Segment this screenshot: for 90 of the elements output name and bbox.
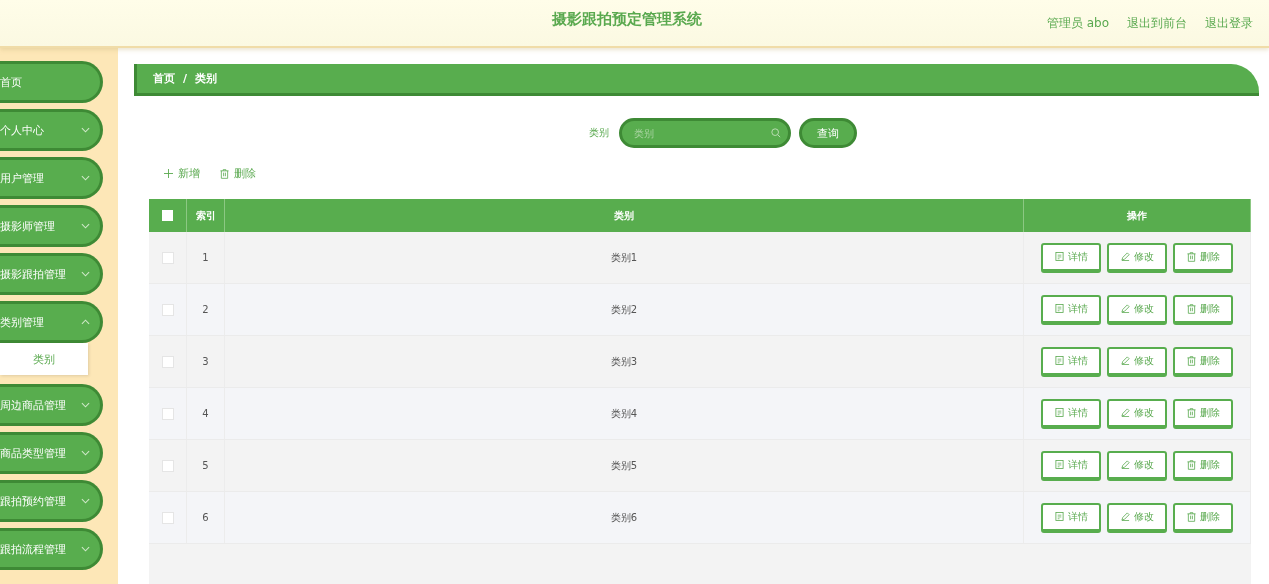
trash-icon [1186,459,1196,470]
sidebar-item[interactable]: 商品类型管理 [0,432,103,474]
edit-button[interactable]: 修改 [1107,242,1167,273]
sidebar-item[interactable]: 个人中心 [0,109,103,151]
chevron-icon [81,223,90,229]
sidebar-item[interactable]: 摄影跟拍管理 [0,253,103,295]
row-checkbox[interactable] [161,511,174,524]
pencil-icon [1120,460,1130,469]
delete-button[interactable]: 删除 [220,166,256,181]
pencil-icon [1120,408,1130,417]
table-cell: 类别3 [610,354,638,369]
chevron-icon [81,498,90,504]
chevron-icon [81,402,90,408]
header-link[interactable]: 退出到前台 [1127,14,1187,32]
user-menu-link[interactable]: 管理员 abo [1046,14,1109,32]
chevron-icon [81,127,90,133]
pencil-icon [1120,356,1130,365]
table-cell: 4 [202,408,209,419]
row-checkbox[interactable] [161,355,174,368]
sidebar-item[interactable]: 摄影师管理 [0,205,103,247]
search-button[interactable]: 查询 [798,118,857,148]
sidebar-item[interactable]: 跟拍预约管理 [0,480,103,522]
delete-button[interactable]: 删除 [1173,242,1233,273]
details-button[interactable]: 详情 [1041,242,1101,273]
sidebar-item[interactable]: 跟拍流程管理 [0,528,103,570]
breadcrumb-item[interactable]: 首页 [153,71,175,86]
trash-icon [1186,407,1196,418]
details-button[interactable]: 详情 [1041,502,1101,533]
chevron-icon [81,271,90,277]
document-icon [1054,304,1064,313]
delete-button[interactable]: 删除 [1173,450,1233,481]
search-label: 类别 [588,126,609,140]
document-icon [1054,252,1064,261]
chevron-icon [81,319,90,325]
sidebar-item[interactable]: 类别管理 [0,301,103,343]
edit-button[interactable]: 修改 [1107,398,1167,429]
trash-icon [1186,511,1196,522]
search-field[interactable]: 类别 [618,118,791,148]
table-cell: 类别5 [610,458,638,473]
row-checkbox[interactable] [161,303,174,316]
table-cell: 3 [202,356,209,367]
details-button[interactable]: 详情 [1041,398,1101,429]
details-button[interactable]: 详情 [1041,450,1101,481]
table-cell: 类别6 [610,510,638,525]
sidebar-item[interactable]: 首页 [0,61,103,103]
document-icon [1054,512,1064,521]
document-icon [1054,408,1064,417]
app-title: 摄影跟拍预定管理系统 [552,10,702,29]
pencil-icon [1120,512,1130,521]
breadcrumb-item: 类别 [195,71,218,86]
document-icon [1054,460,1064,469]
delete-button[interactable]: 删除 [1173,502,1233,533]
details-button[interactable]: 详情 [1041,346,1101,377]
trash-icon [1186,355,1196,366]
pencil-icon [1120,252,1130,261]
search-icon [770,128,781,138]
table-cell: 5 [202,460,209,471]
pencil-icon [1120,304,1130,313]
edit-button[interactable]: 修改 [1107,294,1167,325]
details-button[interactable]: 详情 [1041,294,1101,325]
document-icon [1054,356,1064,365]
delete-button[interactable]: 删除 [1173,398,1233,429]
table-cell: 2 [202,304,209,315]
header-link[interactable]: 退出登录 [1205,14,1253,32]
row-checkbox[interactable] [161,407,174,420]
row-checkbox[interactable] [161,251,174,264]
add-button[interactable]: 新增 [164,166,200,181]
delete-button[interactable]: 删除 [1173,346,1233,377]
table-cell: 类别4 [610,406,638,421]
select-all-checkbox[interactable] [162,210,173,221]
submenu-item[interactable]: 类别 [0,343,88,375]
trash-icon [1186,251,1196,262]
table-cell: 1 [202,252,209,263]
breadcrumb-separator: / [183,72,188,85]
edit-button[interactable]: 修改 [1107,450,1167,481]
delete-button[interactable]: 删除 [1173,294,1233,325]
sidebar-item[interactable]: 用户管理 [0,157,103,199]
edit-button[interactable]: 修改 [1107,502,1167,533]
trash-icon [1186,303,1196,314]
plus-icon [164,169,173,178]
table-cell: 类别2 [610,302,638,317]
trash-icon [220,168,229,179]
table-cell: 类别1 [610,250,638,265]
chevron-icon [81,450,90,456]
edit-button[interactable]: 修改 [1107,346,1167,377]
chevron-icon [81,546,90,552]
sidebar-item[interactable]: 周边商品管理 [0,384,103,426]
row-checkbox[interactable] [161,459,174,472]
chevron-icon [81,175,90,181]
table-cell: 6 [202,512,209,523]
